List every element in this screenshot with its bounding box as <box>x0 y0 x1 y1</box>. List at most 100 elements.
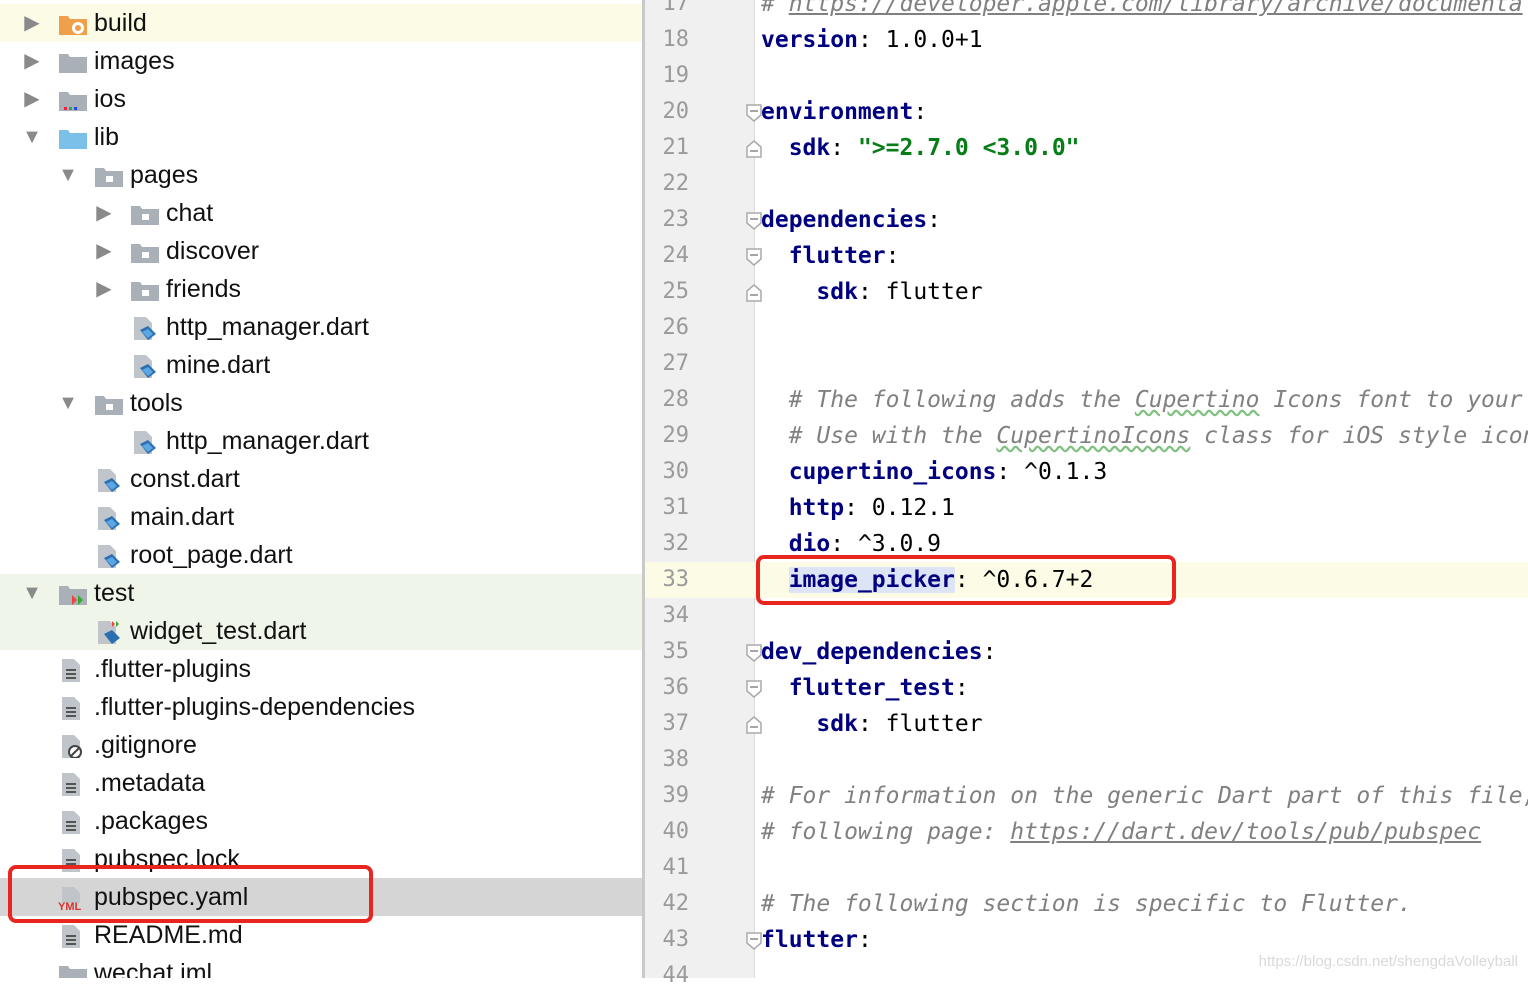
expand-arrow-right-icon[interactable]: ▶ <box>94 270 114 308</box>
dart-file-icon <box>130 316 160 340</box>
code-token: flutter <box>761 243 886 269</box>
tree-item[interactable]: ▼ tools <box>0 384 642 422</box>
tree-item[interactable]: ▶ ios <box>0 80 642 118</box>
tree-item-label: build <box>94 9 147 37</box>
code-line[interactable]: # For information on the generic Dart pa… <box>761 778 1528 814</box>
code-line[interactable]: http: 0.12.1 <box>761 490 955 526</box>
expand-arrow-down-icon[interactable]: ▼ <box>58 156 78 194</box>
code-editor[interactable]: # https://developer.apple.com/library/ar… <box>755 0 1528 978</box>
folder-ios-icon <box>58 88 88 112</box>
code-token: cupertino_icons <box>761 459 997 485</box>
text-file-icon <box>58 924 88 948</box>
tree-item[interactable]: ▼ test <box>0 574 642 612</box>
code-token: # Use with the <box>761 423 997 449</box>
code-line[interactable]: dev_dependencies: <box>761 634 996 670</box>
code-line[interactable]: sdk: ">=2.7.0 <3.0.0" <box>761 130 1080 166</box>
line-number: 32 <box>662 531 690 556</box>
tree-item[interactable]: .flutter-plugins-dependencies <box>0 688 642 726</box>
tree-item[interactable]: const.dart <box>0 460 642 498</box>
code-line[interactable]: flutter_test: <box>761 670 969 706</box>
code-token: Icons font to your <box>1259 387 1523 413</box>
code-token: # The following section is specific to F… <box>761 891 1412 917</box>
line-number: 39 <box>662 783 690 808</box>
code-token: : flutter <box>857 279 983 305</box>
tree-item-label: .flutter-plugins <box>94 655 252 683</box>
code-line[interactable]: # following page: https://dart.dev/tools… <box>761 814 1481 850</box>
code-line[interactable]: version: 1.0.0+1 <box>761 22 983 58</box>
tree-item[interactable]: ▶ discover <box>0 232 642 270</box>
expand-arrow-down-icon[interactable]: ▼ <box>22 118 42 156</box>
dart-test-file-icon <box>94 620 124 644</box>
code-line[interactable]: cupertino_icons: ^0.1.3 <box>761 454 1108 490</box>
code-line[interactable]: dependencies: <box>761 202 941 238</box>
expand-arrow-right-icon[interactable]: ▶ <box>94 194 114 232</box>
code-line[interactable]: # Use with the CupertinoIcons class for … <box>761 418 1528 454</box>
tree-item[interactable]: .packages <box>0 802 642 840</box>
tree-item[interactable]: ▶ friends <box>0 270 642 308</box>
tree-item-label: const.dart <box>130 465 240 493</box>
code-line[interactable]: flutter: <box>761 922 872 958</box>
tree-item[interactable]: .gitignore <box>0 726 642 764</box>
expand-arrow-right-icon[interactable]: ▶ <box>22 42 42 80</box>
tree-item[interactable]: http_manager.dart <box>0 422 642 460</box>
code-line[interactable]: # The following adds the Cupertino Icons… <box>761 382 1523 418</box>
project-tree: ▶ build ▶ images ▶ ios ▼ lib ▼ pages ▶ chat ▶ discove… <box>0 0 642 978</box>
tree-item-label: pages <box>130 161 199 189</box>
tree-item-label: .flutter-plugins-dependencies <box>94 693 416 721</box>
expand-arrow-right-icon[interactable]: ▶ <box>22 4 42 42</box>
code-token: : ^0.1.3 <box>996 459 1108 485</box>
line-number: 37 <box>662 711 690 736</box>
tree-item-label: http_manager.dart <box>166 313 369 341</box>
tree-item-label: mine.dart <box>166 351 271 379</box>
tree-item-label: lib <box>94 123 120 151</box>
expand-arrow-right-icon[interactable]: ▶ <box>94 232 114 270</box>
code-token: class for iOS style icon <box>1190 423 1528 449</box>
tree-item[interactable]: ▶ build <box>0 4 642 42</box>
expand-arrow-down-icon[interactable]: ▼ <box>22 574 42 612</box>
folder-icon <box>58 50 88 74</box>
expand-arrow-down-icon[interactable]: ▼ <box>58 384 78 422</box>
tree-item[interactable]: mine.dart <box>0 346 642 384</box>
code-token: http <box>761 495 845 521</box>
tree-item[interactable]: .metadata <box>0 764 642 802</box>
tree-item[interactable]: root_page.dart <box>0 536 642 574</box>
code-token: version <box>761 27 858 53</box>
ignore-file-icon <box>58 734 88 759</box>
line-number: 36 <box>662 675 690 700</box>
line-number: 28 <box>662 387 690 412</box>
tree-item[interactable]: ▼ pages <box>0 156 642 194</box>
tree-item-label: .metadata <box>94 769 206 797</box>
tree-item[interactable]: http_manager.dart <box>0 308 642 346</box>
line-number: 18 <box>662 27 690 52</box>
code-line[interactable]: flutter: <box>761 238 900 274</box>
tree-item[interactable]: .flutter-plugins <box>0 650 642 688</box>
tree-item[interactable]: widget_test.dart <box>0 612 642 650</box>
code-line[interactable]: sdk: flutter <box>761 706 983 742</box>
folder-icon <box>58 962 88 978</box>
tree-item-label: .gitignore <box>94 731 197 759</box>
tree-item[interactable]: main.dart <box>0 498 642 536</box>
folder-build-icon <box>58 12 88 36</box>
expand-arrow-right-icon[interactable]: ▶ <box>22 80 42 118</box>
tree-item[interactable]: ▼ lib <box>0 118 642 156</box>
code-token: : ^3.0.9 <box>830 531 942 557</box>
tree-item[interactable]: ▶ images <box>0 42 642 80</box>
code-line[interactable]: sdk: flutter <box>761 274 983 310</box>
package-folder-icon <box>94 392 124 416</box>
code-line[interactable]: # https://developer.apple.com/library/ar… <box>761 0 1523 22</box>
code-token: : <box>885 243 900 269</box>
tree-item[interactable]: ▶ chat <box>0 194 642 232</box>
code-token: # <box>761 0 789 17</box>
tree-item[interactable]: wechat.iml <box>0 954 642 978</box>
line-number: 17 <box>662 0 690 16</box>
package-folder-icon <box>130 278 160 302</box>
line-number: 19 <box>662 63 690 88</box>
code-token: : flutter <box>857 711 983 737</box>
line-number: 23 <box>662 207 690 232</box>
code-line[interactable]: environment: <box>761 94 927 130</box>
code-line[interactable]: # The following section is specific to F… <box>761 886 1412 922</box>
tree-item-label: discover <box>166 237 260 265</box>
package-folder-icon <box>130 202 160 226</box>
code-token: : <box>982 639 997 665</box>
folder-source-icon <box>58 126 88 150</box>
